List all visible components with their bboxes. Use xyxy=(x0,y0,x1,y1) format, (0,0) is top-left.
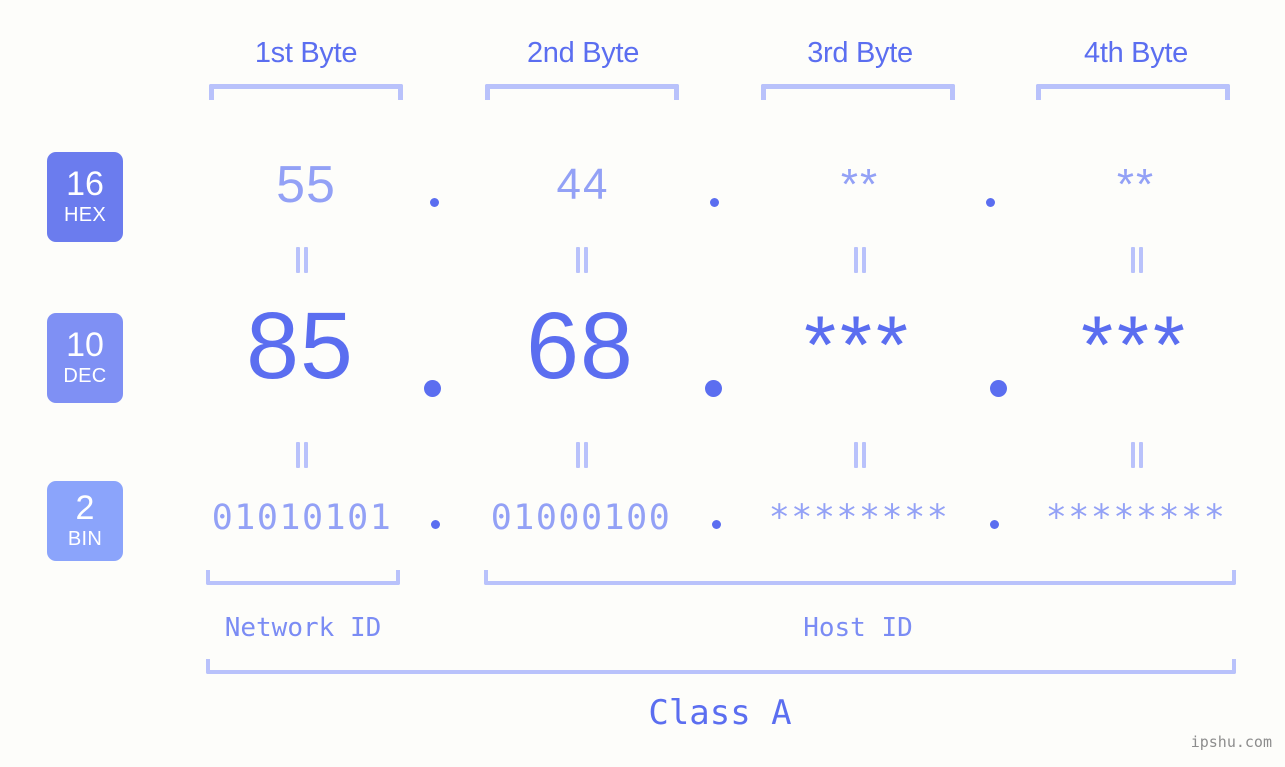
class-bracket xyxy=(206,659,1236,674)
network-id-label: Network ID xyxy=(224,613,382,643)
hex-value-byte-4: ** xyxy=(1116,160,1156,209)
dec-value-byte-1: 85 xyxy=(246,293,354,399)
host-id-label: Host ID xyxy=(803,613,913,643)
bin-separator-dot-2 xyxy=(712,520,721,529)
equals-connector-3 xyxy=(851,247,867,273)
equals-connector-5 xyxy=(293,442,309,468)
radix-badge-bin-name: BIN xyxy=(67,528,103,550)
equals-connector-8 xyxy=(1128,442,1144,468)
dec-separator-dot-2 xyxy=(705,380,722,397)
radix-badge-dec: 10 DEC xyxy=(47,313,123,403)
dec-value-byte-3: *** xyxy=(804,300,912,391)
hex-value-byte-1: 55 xyxy=(276,156,336,214)
equals-connector-4 xyxy=(1128,247,1144,273)
radix-badge-hex-number: 16 xyxy=(66,165,104,203)
radix-badge-hex-name: HEX xyxy=(63,204,107,226)
hex-value-byte-3: ** xyxy=(840,160,880,209)
dec-separator-dot-1 xyxy=(424,380,441,397)
radix-badge-hex: 16 HEX xyxy=(47,152,123,242)
byte-header-2: 2nd Byte xyxy=(526,37,640,69)
equals-connector-2 xyxy=(573,247,589,273)
radix-badge-dec-number: 10 xyxy=(66,326,104,364)
bin-separator-dot-1 xyxy=(431,520,440,529)
network-id-bracket xyxy=(206,570,400,585)
byte-bracket-top-2 xyxy=(485,84,679,100)
bin-value-byte-4: ******** xyxy=(1045,498,1227,538)
hex-separator-dot-2 xyxy=(710,198,719,207)
dec-separator-dot-3 xyxy=(990,380,1007,397)
radix-badge-bin: 2 BIN xyxy=(47,481,123,561)
equals-connector-1 xyxy=(293,247,309,273)
hex-separator-dot-1 xyxy=(430,198,439,207)
site-watermark: ipshu.com xyxy=(1190,733,1272,751)
hex-value-byte-2: 44 xyxy=(556,160,610,209)
radix-badge-bin-number: 2 xyxy=(75,489,95,527)
radix-badge-dec-name: DEC xyxy=(63,365,107,387)
byte-header-1: 1st Byte xyxy=(254,37,358,69)
byte-bracket-top-4 xyxy=(1036,84,1230,100)
dec-value-byte-4: *** xyxy=(1081,300,1189,391)
hex-separator-dot-3 xyxy=(986,198,995,207)
host-id-bracket xyxy=(484,570,1236,585)
byte-header-3: 3rd Byte xyxy=(807,37,913,69)
ip-address-breakdown-diagram: 1st Byte 2nd Byte 3rd Byte 4th Byte 16 H… xyxy=(0,0,1285,767)
byte-bracket-top-1 xyxy=(209,84,403,100)
bin-value-byte-1: 01010101 xyxy=(211,498,393,538)
equals-connector-6 xyxy=(573,442,589,468)
equals-connector-7 xyxy=(851,442,867,468)
dec-value-byte-2: 68 xyxy=(526,293,634,399)
bin-value-byte-3: ******** xyxy=(768,498,950,538)
bin-value-byte-2: 01000100 xyxy=(490,498,672,538)
byte-bracket-top-3 xyxy=(761,84,955,100)
byte-header-4: 4th Byte xyxy=(1084,37,1188,69)
bin-separator-dot-3 xyxy=(990,520,999,529)
class-label: Class A xyxy=(648,693,792,733)
